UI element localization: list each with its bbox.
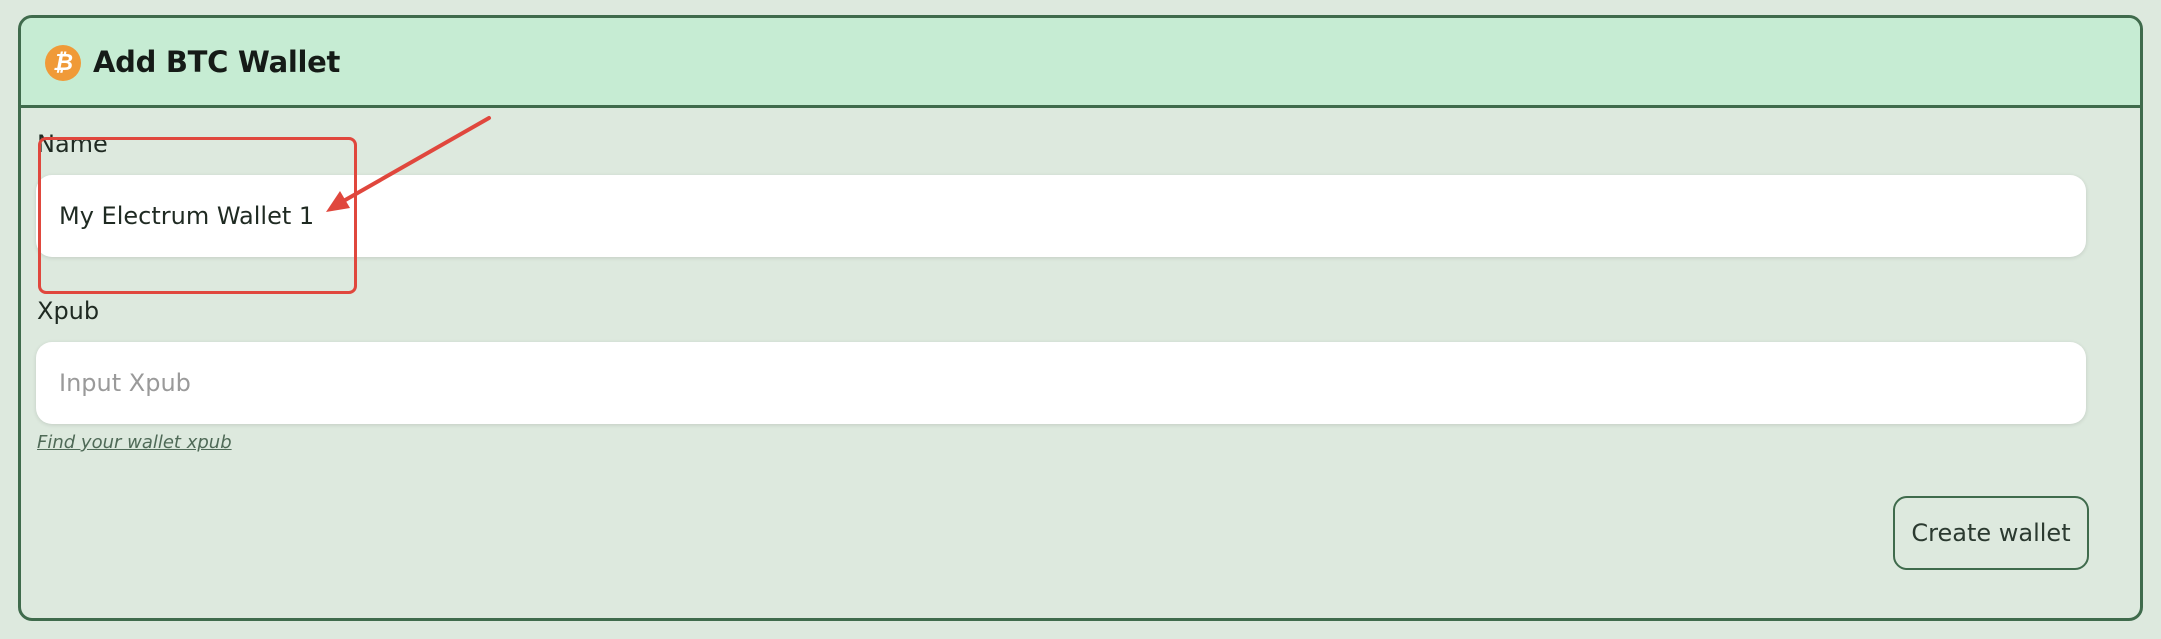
find-xpub-link[interactable]: Find your wallet xpub <box>37 432 232 453</box>
card-header: ₿ Add BTC Wallet <box>21 18 2140 108</box>
create-wallet-button[interactable]: Create wallet <box>1893 496 2089 570</box>
name-input[interactable] <box>36 175 2086 257</box>
xpub-label: Xpub <box>37 297 100 325</box>
card-title: Add BTC Wallet <box>93 45 341 79</box>
name-label: Name <box>37 130 108 158</box>
add-wallet-card: ₿ Add BTC Wallet <box>18 15 2143 621</box>
bitcoin-icon: ₿ <box>45 45 81 81</box>
xpub-input[interactable] <box>36 342 2086 424</box>
